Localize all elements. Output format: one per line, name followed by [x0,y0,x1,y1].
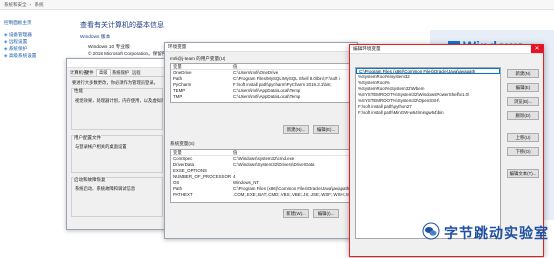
move-up-button[interactable]: 上移(U) [507,133,539,142]
breadcrumb-item[interactable]: 系统 [35,2,44,7]
page-title: 查看有关计算机的基本信息 [80,22,164,29]
watermark-text: 字节跳动实验室 [444,225,549,241]
address-bar[interactable]: 系统和安全 › 系统 [0,0,554,10]
nav-home-link[interactable]: 控制面板主页 [4,20,32,26]
shield-icon: ◈ [4,46,8,51]
admin-note: 要进行大多数更改，你必须作为管理员登录。 [72,80,158,85]
delete-button[interactable]: 删除(D) [507,111,539,120]
tab-remote[interactable]: 远程 [132,70,141,76]
environment-variables-dialog: 环境变量 mrli@j-team 的用户变量(U) 变量 值 OneDrive C… [164,42,358,239]
performance-title: 性能 [74,88,83,94]
dialog-titlebar [67,59,165,68]
control-panel-nav: 控制面板主页 ◈ 设备管理器 ◈ 远程设置 ◈ 系统保护 ◈ 高级系统设置 [0,10,62,258]
edit-text-button[interactable]: 编辑文本(T)... [507,169,539,178]
system-properties-dialog: 计算机名 硬件 高级 系统保护 远程 要进行大多数更改，你必须作为管理员登录。 … [66,58,166,230]
tab-system-protection[interactable]: 系统保护 [112,70,129,76]
tab-advanced[interactable]: 高级 [96,69,111,76]
move-down-button[interactable]: 下移(O) [507,147,539,156]
user-vars-label: mrli@j-team 的用户变量(U) [170,56,226,61]
user-profile-desc: 与登录帐户相关的桌面设置 [75,144,127,149]
copyright-text: © 2018 Microsoft Corporation。保留所有权利。 [88,51,168,56]
system-edit-button[interactable]: 编辑(I)... [313,209,339,218]
user-new-button[interactable]: 新建(N)... [283,125,309,134]
breadcrumb-item[interactable]: 系统和安全 [4,2,27,7]
user-profile-title: 用户配置文件 [74,135,101,141]
dialog-title: 环境变量 [168,44,187,49]
shield-icon: ◈ [4,53,8,58]
table-row[interactable]: TMP C:\Users\mrli\AppData\Local\Temp [171,94,353,100]
user-edit-button[interactable]: 编辑(E)... [313,125,339,134]
edition-label: Windows 版本 [80,35,111,40]
user-vars-list[interactable]: 变量 值 OneDrive C:\Users\mrli\OneDrive Path… [170,63,354,103]
nav-advanced-link[interactable]: ◈ 高级系统设置 [4,53,36,59]
tab-strip: 计算机名 硬件 高级 系统保护 远程 [70,69,164,77]
dialog-titlebar: 环境变量 [165,43,357,52]
nav-remote-link[interactable]: ◈ 远程设置 [4,39,27,45]
performance-group: 性能 视觉效果，处理器计划，内存使用，以及虚拟内存 [71,88,163,130]
system-vars-list[interactable]: 变量值 ComSpec C:\Windows\system32\cmd.exe D… [170,149,354,203]
shield-icon: ◈ [4,32,8,37]
shield-icon: ◈ [4,39,8,44]
nav-protection-link[interactable]: ◈ 系统保护 [4,46,27,52]
system-new-button[interactable]: 新建(W)... [283,209,309,218]
startup-recovery-title: 启动和故障恢复 [74,177,106,183]
table-row[interactable]: PATHEXT .COM;.EXE;.BAT;.CMD;.VBS;.VBE;.JS… [171,192,353,198]
dialog-title: 编辑环境变量 [353,46,381,51]
system-vars-label: 系统变量(S) [170,141,195,146]
wechat-icon [422,222,440,240]
new-button[interactable]: 新建(N) [507,69,539,78]
watermark: 字节跳动实验室 [412,220,554,242]
dialog-titlebar: 编辑环境变量 ✕ [350,45,543,54]
tab-hardware[interactable]: 硬件 [85,70,94,76]
startup-recovery-desc: 系统启动、系统故障和调试信息 [75,186,136,191]
startup-recovery-group: 启动和故障恢复 系统启动、系统故障和调试信息 [71,177,163,217]
edit-button[interactable]: 编辑(E) [507,83,539,92]
browse-button[interactable]: 浏览(B)... [507,97,539,106]
path-entries-list[interactable]: C:\Program Files (x86)\Common Files\Orac… [355,67,501,239]
close-icon[interactable]: ✕ [531,45,543,53]
edition-value: Windows 10 专业版 [88,45,130,50]
performance-desc: 视觉效果，处理器计划，内存使用，以及虚拟内存 [75,98,163,103]
list-item[interactable]: F:\soft install path\MinGW-w64\mingw64\b… [356,110,500,116]
nav-device-manager-link[interactable]: ◈ 设备管理器 [4,32,32,38]
user-profile-group: 用户配置文件 与登录帐户相关的桌面设置 [71,135,163,173]
